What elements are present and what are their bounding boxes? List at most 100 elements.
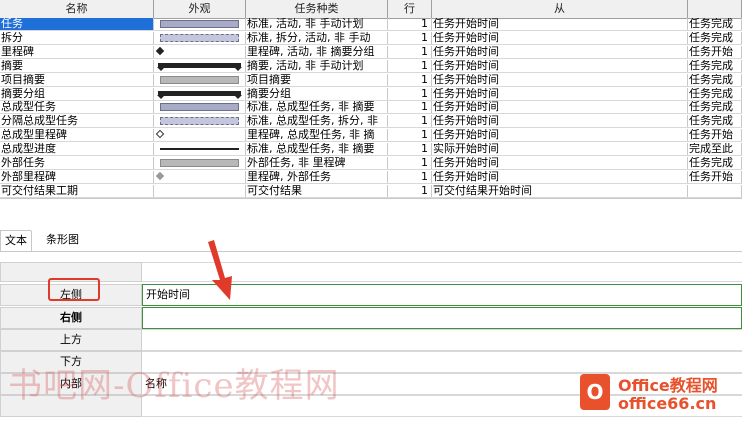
cell-from[interactable]: 任务开始时间	[432, 73, 688, 86]
cell-from[interactable]: 任务开始时间	[432, 87, 688, 100]
cell-row[interactable]: 1	[388, 115, 432, 128]
cell-name[interactable]: 摘要分组	[0, 87, 154, 100]
cell-from[interactable]: 任务开始时间	[432, 59, 688, 72]
cell-look[interactable]	[154, 18, 246, 30]
cell-to[interactable]: 任务开始	[688, 129, 742, 142]
cell-row[interactable]: 1	[388, 87, 432, 100]
header-name[interactable]: 名称	[0, 0, 154, 18]
cell-look[interactable]	[154, 115, 246, 128]
cell-to[interactable]: 完成至此	[688, 143, 742, 156]
cell-row[interactable]: 1	[388, 143, 432, 156]
cell-row[interactable]: 1	[388, 59, 432, 72]
table-row[interactable]: 总成型任务 标准, 总成型任务, 非 摘要 1 任务开始时间 任务完成	[0, 101, 742, 115]
cell-name[interactable]: 外部里程碑	[0, 170, 154, 183]
table-row[interactable]: 可交付结果工期 可交付结果 1 可交付结果开始时间	[0, 184, 742, 198]
cell-from[interactable]: 任务开始时间	[432, 101, 688, 114]
cell-from[interactable]: 任务开始时间	[432, 115, 688, 128]
cell-look[interactable]	[154, 45, 246, 58]
cell-to[interactable]: 任务开始	[688, 45, 742, 58]
cell-row[interactable]: 1	[388, 31, 432, 44]
table-row[interactable]: 外部里程碑 里程碑, 外部任务 1 任务开始时间 任务开始	[0, 170, 742, 184]
table-row[interactable]: 总成型进度 标准, 总成型任务, 非 摘要 1 实际开始时间 完成至此	[0, 143, 742, 157]
cell-kind[interactable]: 里程碑, 总成型任务, 非 摘	[246, 129, 388, 142]
table-row[interactable]: 任务 标准, 活动, 非 手动计划 1 任务开始时间 任务完成	[0, 18, 742, 31]
cell-to[interactable]: 任务完成	[688, 115, 742, 128]
cell-row[interactable]: 1	[388, 73, 432, 86]
cell-kind[interactable]: 标准, 总成型任务, 拆分, 非	[246, 115, 388, 128]
cell-row[interactable]: 1	[388, 157, 432, 169]
cell-look[interactable]	[154, 129, 246, 142]
cell-name[interactable]: 拆分	[0, 31, 154, 44]
cell-kind[interactable]: 标准, 总成型任务, 非 摘要	[246, 101, 388, 114]
table-row[interactable]: 里程碑 里程碑, 活动, 非 摘要分组 1 任务开始时间 任务开始	[0, 45, 742, 59]
cell-kind[interactable]: 标准, 拆分, 活动, 非 手动	[246, 31, 388, 44]
table-row[interactable]: 外部任务 外部任务, 非 里程碑 1 任务开始时间 任务完成	[0, 157, 742, 170]
cell-look[interactable]	[154, 73, 246, 86]
cell-from[interactable]: 任务开始时间	[432, 18, 688, 30]
header-from[interactable]: 从	[432, 0, 688, 18]
cell-to[interactable]	[688, 184, 742, 197]
cell-row[interactable]: 1	[388, 18, 432, 30]
cell-kind[interactable]: 外部任务, 非 里程碑	[246, 157, 388, 169]
header-task-kind[interactable]: 任务种类	[246, 0, 388, 18]
cell-to[interactable]: 任务完成	[688, 59, 742, 72]
header-appearance[interactable]: 外观	[154, 0, 246, 18]
cell-look[interactable]	[154, 184, 246, 197]
cell-kind[interactable]: 可交付结果	[246, 184, 388, 197]
cell-from[interactable]: 任务开始时间	[432, 129, 688, 142]
cell-row[interactable]: 1	[388, 45, 432, 58]
cell-kind[interactable]: 里程碑, 活动, 非 摘要分组	[246, 45, 388, 58]
cell-name[interactable]: 总成型任务	[0, 101, 154, 114]
cell-name[interactable]: 总成型进度	[0, 143, 154, 156]
header-row[interactable]: 行	[388, 0, 432, 18]
cell-name[interactable]: 可交付结果工期	[0, 184, 154, 197]
table-row[interactable]: 项目摘要 项目摘要 1 任务开始时间 任务完成	[0, 73, 742, 87]
table-row[interactable]: 拆分 标准, 拆分, 活动, 非 手动 1 任务开始时间 任务完成	[0, 31, 742, 45]
cell-kind[interactable]: 标准, 活动, 非 手动计划	[246, 18, 388, 30]
prop-right-value[interactable]	[142, 307, 742, 329]
cell-from[interactable]: 任务开始时间	[432, 45, 688, 58]
cell-look[interactable]	[154, 157, 246, 169]
table-row[interactable]: 分隔总成型任务 标准, 总成型任务, 拆分, 非 1 任务开始时间 任务完成	[0, 115, 742, 129]
cell-to[interactable]: 任务完成	[688, 87, 742, 100]
cell-to[interactable]: 任务完成	[688, 31, 742, 44]
tab-text[interactable]: 文本	[0, 230, 32, 251]
cell-to[interactable]: 任务完成	[688, 101, 742, 114]
table-row[interactable]: 摘要 摘要, 活动, 非 手动计划 1 任务开始时间 任务完成	[0, 59, 742, 73]
cell-look[interactable]	[154, 59, 246, 72]
cell-row[interactable]: 1	[388, 170, 432, 183]
cell-to[interactable]: 任务开始	[688, 170, 742, 183]
prop-top-value[interactable]	[142, 329, 742, 351]
cell-look[interactable]	[154, 143, 246, 156]
tab-bar-shape[interactable]: 条形图	[42, 230, 83, 250]
table-row[interactable]: 总成型里程碑 里程碑, 总成型任务, 非 摘 1 任务开始时间 任务开始	[0, 129, 742, 143]
cell-name[interactable]: 总成型里程碑	[0, 129, 154, 142]
cell-name[interactable]: 项目摘要	[0, 73, 154, 86]
table-row[interactable]: 摘要分组 摘要分组 1 任务开始时间 任务完成	[0, 87, 742, 101]
cell-to[interactable]: 任务完成	[688, 157, 742, 169]
cell-from[interactable]: 任务开始时间	[432, 157, 688, 169]
cell-look[interactable]	[154, 170, 246, 183]
cell-look[interactable]	[154, 101, 246, 114]
cell-row[interactable]: 1	[388, 129, 432, 142]
cell-to[interactable]: 任务完成	[688, 18, 742, 30]
cell-kind[interactable]: 里程碑, 外部任务	[246, 170, 388, 183]
cell-name[interactable]: 任务	[0, 18, 154, 30]
cell-name[interactable]: 分隔总成型任务	[0, 115, 154, 128]
header-to[interactable]	[688, 0, 742, 18]
cell-row[interactable]: 1	[388, 184, 432, 197]
cell-row[interactable]: 1	[388, 101, 432, 114]
cell-name[interactable]: 里程碑	[0, 45, 154, 58]
cell-from[interactable]: 可交付结果开始时间	[432, 184, 688, 197]
cell-look[interactable]	[154, 87, 246, 100]
cell-kind[interactable]: 摘要分组	[246, 87, 388, 100]
cell-from[interactable]: 实际开始时间	[432, 143, 688, 156]
cell-kind[interactable]: 摘要, 活动, 非 手动计划	[246, 59, 388, 72]
cell-kind[interactable]: 项目摘要	[246, 73, 388, 86]
cell-name[interactable]: 外部任务	[0, 157, 154, 169]
cell-from[interactable]: 任务开始时间	[432, 170, 688, 183]
cell-look[interactable]	[154, 31, 246, 44]
cell-from[interactable]: 任务开始时间	[432, 31, 688, 44]
cell-to[interactable]: 任务完成	[688, 73, 742, 86]
cell-kind[interactable]: 标准, 总成型任务, 非 摘要	[246, 143, 388, 156]
